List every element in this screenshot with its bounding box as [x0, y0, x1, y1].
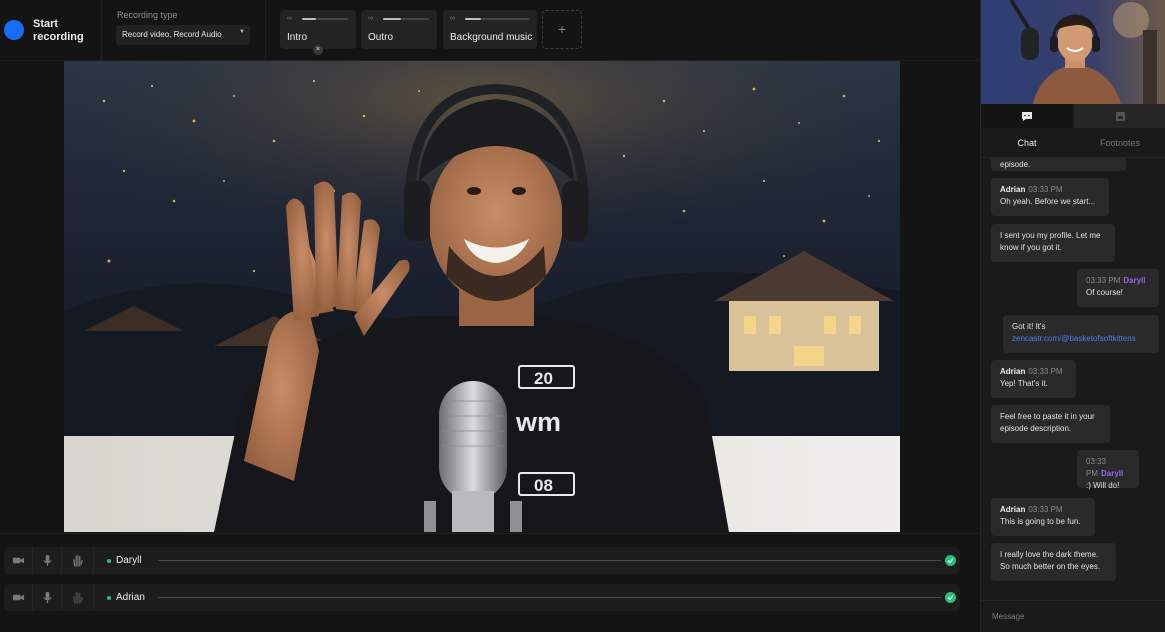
message-time: 03:33 PM [1086, 276, 1121, 285]
message-author: Adrian [1000, 505, 1026, 514]
hand-icon [73, 555, 83, 567]
chat-message: I sent you my profile. Let me know if yo… [991, 224, 1115, 262]
message-author: Daryll [1101, 469, 1124, 478]
participant-row-daryll: Daryll [4, 547, 960, 574]
chat-message-self: 03:33 PM Daryll :) Will do! [1077, 450, 1139, 490]
message-text: Yep! That's it. [1000, 379, 1048, 388]
profile-link[interactable]: zencastr.com/@basketofsoftkittens [1012, 333, 1150, 345]
loop-icon: ∞ [287, 15, 292, 22]
main-video-feed: 20 wm 08 [64, 61, 900, 532]
caret-down-icon: ▼ [239, 29, 245, 35]
clip-progress-fill [465, 18, 481, 20]
remove-clip-icon[interactable]: × [313, 45, 323, 55]
raise-hand-toggle[interactable] [62, 547, 94, 574]
participant-name: Daryll [116, 555, 142, 566]
mic-toggle[interactable] [33, 547, 62, 574]
camera-toggle[interactable] [4, 584, 33, 611]
chat-message-self: 03:33 PM Daryll Of course! [1077, 269, 1159, 307]
camera-icon [12, 557, 24, 564]
right-sidebar: Chat Footnotes episode. Adrian 03:33 PM O… [980, 0, 1165, 632]
top-toolbar: Start recording Recording type Record vi… [0, 0, 980, 61]
clip-background-music[interactable]: ∞ Background music [443, 10, 537, 49]
message-author: Adrian [1000, 185, 1026, 194]
microphone-icon [42, 554, 52, 567]
clip-intro[interactable]: ∞ Intro [280, 10, 356, 49]
chat-message: I really love the dark theme. So much be… [991, 543, 1116, 581]
add-clip-button[interactable]: + [542, 10, 582, 49]
message-time: 03:33 PM [1028, 505, 1063, 514]
check-icon [945, 592, 956, 603]
sidebar-tabs: Chat Footnotes [981, 104, 1165, 158]
tab-chat[interactable]: Chat [981, 104, 1073, 158]
clip-name: Background music [450, 32, 533, 43]
tab-icon-bar [981, 104, 1073, 128]
message-text: This is going to be fun. [1000, 517, 1081, 526]
svg-text:20: 20 [534, 369, 553, 388]
chat-message: Adrian 03:33 PM Yep! That's it. [991, 360, 1076, 398]
message-time: 03:33 PM [1028, 367, 1063, 376]
raise-hand-toggle[interactable] [62, 584, 94, 611]
camera-icon [12, 594, 24, 601]
clip-progress [383, 18, 429, 20]
recording-type-title: Recording type [117, 10, 178, 20]
tab-label: Chat [1017, 138, 1037, 148]
clip-name: Outro [368, 32, 394, 43]
clip-name: Intro [287, 32, 308, 43]
recording-type-value: Record video, Record Audio [122, 30, 222, 39]
participant-row-adrian: Adrian [4, 584, 960, 611]
clip-progress [302, 18, 348, 20]
recording-type-select[interactable]: Record video, Record Audio ▼ [116, 25, 250, 45]
message-text: Feel free to paste it in your episode de… [1000, 412, 1095, 433]
loop-icon: ∞ [368, 15, 373, 22]
self-camera-image [981, 0, 1165, 104]
main-video-image: 20 wm 08 [64, 61, 900, 532]
chat-message: episode. [991, 158, 1126, 171]
mic-toggle[interactable] [33, 584, 62, 611]
chat-message: Adrian 03:33 PM Oh yeah. Before we start.… [991, 178, 1109, 216]
message-text: I really love the dark theme. So much be… [1000, 550, 1101, 571]
camera-toggle[interactable] [4, 547, 33, 574]
toolbar-divider [265, 0, 266, 61]
clip-progress [465, 18, 529, 20]
video-stage: 20 wm 08 [0, 61, 980, 533]
tab-footnotes[interactable]: Footnotes [1074, 104, 1165, 158]
message-text: :) Will do! [1086, 481, 1120, 490]
message-text: Oh yeah. Before we start... [1000, 197, 1096, 206]
audio-waveform [158, 560, 941, 561]
toolbar-divider [101, 0, 102, 61]
chat-message-self: Got it! It's zencastr.com/@basketofsoftk… [1003, 315, 1159, 353]
chat-messages: episode. Adrian 03:33 PM Oh yeah. Before … [981, 158, 1165, 600]
message-time: 03:33 PM [1028, 185, 1063, 194]
microphone-icon [42, 591, 52, 604]
chat-message: Feel free to paste it in your episode de… [991, 405, 1110, 443]
message-input[interactable]: Message [981, 600, 1165, 632]
clip-progress-fill [302, 18, 316, 20]
chat-bubble-icon [1022, 111, 1032, 121]
tab-icon-bar [1074, 104, 1165, 128]
svg-text:wm: wm [515, 407, 561, 437]
record-label[interactable]: Start recording [33, 18, 93, 44]
tab-label: Footnotes [1099, 138, 1141, 148]
audio-waveform [158, 597, 941, 598]
clip-outro[interactable]: ∞ Outro [361, 10, 437, 49]
svg-text:08: 08 [534, 476, 553, 495]
online-indicator [107, 596, 111, 600]
note-icon [1115, 111, 1125, 121]
chat-message: Adrian 03:33 PM This is going to be fun. [991, 498, 1095, 536]
message-author: Daryll [1123, 276, 1146, 285]
message-text: I sent you my profile. Let me know if yo… [1000, 231, 1101, 252]
self-camera-thumbnail [981, 0, 1165, 104]
hand-icon [73, 592, 83, 604]
loop-icon: ∞ [450, 15, 455, 22]
message-text: Of course! [1086, 288, 1123, 297]
clip-progress-fill [383, 18, 402, 20]
message-text: Got it! It's [1012, 322, 1046, 331]
check-icon [945, 555, 956, 566]
online-indicator [107, 559, 111, 563]
record-button[interactable] [4, 20, 24, 40]
participant-name: Adrian [116, 592, 145, 603]
message-author: Adrian [1000, 367, 1026, 376]
participant-list: Daryll Adrian [0, 533, 980, 632]
message-text: episode. [1000, 160, 1031, 169]
